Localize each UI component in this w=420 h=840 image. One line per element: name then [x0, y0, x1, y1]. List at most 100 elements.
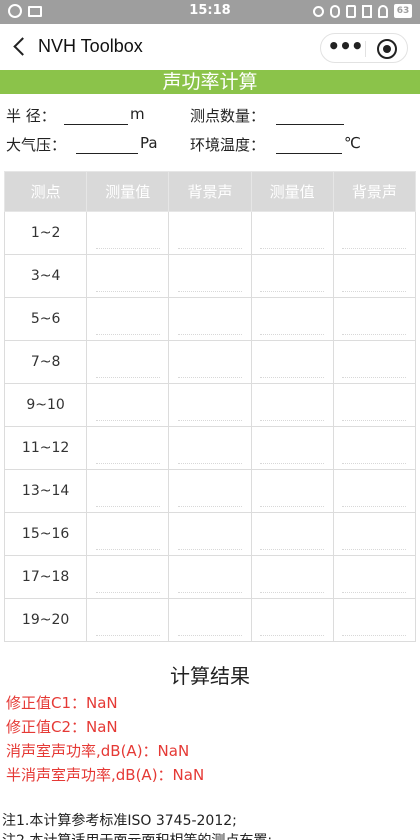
table-cell [250, 512, 334, 556]
back-icon[interactable] [8, 35, 32, 59]
table-cell [250, 340, 334, 384]
pressure-input[interactable] [76, 136, 138, 154]
header-background-2: 背景声 [332, 171, 417, 212]
table-cell [168, 297, 252, 341]
battery-icon: 63 [394, 4, 412, 18]
background-2-input[interactable] [342, 274, 407, 292]
background-2-input[interactable] [342, 532, 407, 550]
result-c1: 修正值C1：NaN [6, 694, 118, 712]
measured-1-input[interactable] [95, 446, 160, 464]
measured-2-input[interactable] [260, 274, 325, 292]
table-cell [250, 383, 334, 427]
pressure-unit: Pa [140, 134, 158, 152]
bluetooth-icon [330, 4, 340, 18]
table-row: 7~8 [3, 340, 417, 384]
measured-1-input[interactable] [95, 274, 160, 292]
point-label: 11~12 [3, 426, 88, 470]
table-cell [250, 426, 334, 470]
measured-1-input[interactable] [95, 575, 160, 593]
table-cell [332, 383, 417, 427]
note-2: 注2.本计算适用于面元面积相等的测点布置; [2, 830, 272, 840]
background-1-input[interactable] [177, 618, 242, 636]
table-cell [332, 297, 417, 341]
table-cell [168, 340, 252, 384]
measured-1-input[interactable] [95, 360, 160, 378]
background-2-input[interactable] [342, 489, 407, 507]
measured-1-input[interactable] [95, 618, 160, 636]
background-1-input[interactable] [177, 575, 242, 593]
point-label: 9~10 [3, 383, 88, 427]
table-cell [250, 469, 334, 513]
close-target-icon[interactable] [377, 39, 397, 59]
point-label: 1~2 [3, 211, 88, 255]
table-cell [86, 555, 170, 599]
background-1-input[interactable] [177, 446, 242, 464]
table-cell [86, 512, 170, 556]
status-right-icons: 63 [313, 4, 412, 18]
table-cell [332, 598, 417, 642]
background-1-input[interactable] [177, 274, 242, 292]
measured-2-input[interactable] [260, 532, 325, 550]
table-cell [168, 469, 252, 513]
table-cell [250, 297, 334, 341]
table-cell [168, 211, 252, 255]
points-label: 测点数量： [190, 107, 266, 125]
background-2-input[interactable] [342, 317, 407, 335]
background-2-input[interactable] [342, 618, 407, 636]
temp-label: 环境温度： [190, 136, 266, 154]
background-1-input[interactable] [177, 532, 242, 550]
measured-2-input[interactable] [260, 360, 325, 378]
background-2-input[interactable] [342, 575, 407, 593]
measured-2-input[interactable] [260, 446, 325, 464]
signal-icon [362, 4, 372, 18]
points-input[interactable] [276, 107, 344, 125]
temp-input[interactable] [276, 136, 342, 154]
radius-input[interactable] [64, 107, 128, 125]
capsule-divider [365, 41, 366, 57]
point-label: 7~8 [3, 340, 88, 384]
measured-2-input[interactable] [260, 575, 325, 593]
table-cell [332, 340, 417, 384]
table-cell [168, 512, 252, 556]
measured-2-input[interactable] [260, 403, 325, 421]
result-semi-anechoic: 半消声室声功率,dB(A)：NaN [6, 766, 205, 784]
background-2-input[interactable] [342, 446, 407, 464]
alarm-icon [313, 5, 324, 17]
background-2-input[interactable] [342, 403, 407, 421]
table-cell [86, 297, 170, 341]
background-1-input[interactable] [177, 360, 242, 378]
table-cell [250, 598, 334, 642]
mini-program-capsule: ••• [320, 33, 408, 63]
form-row-2: 大气压： Pa 环境温度： ℃ [6, 134, 416, 156]
measured-2-input[interactable] [260, 231, 325, 249]
table-row: 5~6 [3, 297, 417, 341]
table-row: 9~10 [3, 383, 417, 427]
table-cell [168, 254, 252, 298]
measured-1-input[interactable] [95, 231, 160, 249]
result-c2: 修正值C2：NaN [6, 718, 118, 736]
measured-1-input[interactable] [95, 403, 160, 421]
background-2-input[interactable] [342, 360, 407, 378]
table-cell [86, 469, 170, 513]
background-1-input[interactable] [177, 317, 242, 335]
background-1-input[interactable] [177, 489, 242, 507]
header-point: 测点 [3, 171, 88, 212]
nav-bar: NVH Toolbox ••• [0, 24, 420, 70]
measured-2-input[interactable] [260, 317, 325, 335]
measured-2-input[interactable] [260, 618, 325, 636]
background-2-input[interactable] [342, 231, 407, 249]
temp-unit: ℃ [344, 134, 361, 152]
background-1-input[interactable] [177, 231, 242, 249]
table-cell [86, 211, 170, 255]
measured-1-input[interactable] [95, 532, 160, 550]
table-cell [332, 512, 417, 556]
table-cell [86, 598, 170, 642]
radius-unit: m [130, 105, 145, 123]
point-label: 15~16 [3, 512, 88, 556]
measured-2-input[interactable] [260, 489, 325, 507]
more-icon[interactable]: ••• [327, 36, 363, 60]
measured-1-input[interactable] [95, 317, 160, 335]
measured-1-input[interactable] [95, 489, 160, 507]
background-1-input[interactable] [177, 403, 242, 421]
table-cell [168, 426, 252, 470]
